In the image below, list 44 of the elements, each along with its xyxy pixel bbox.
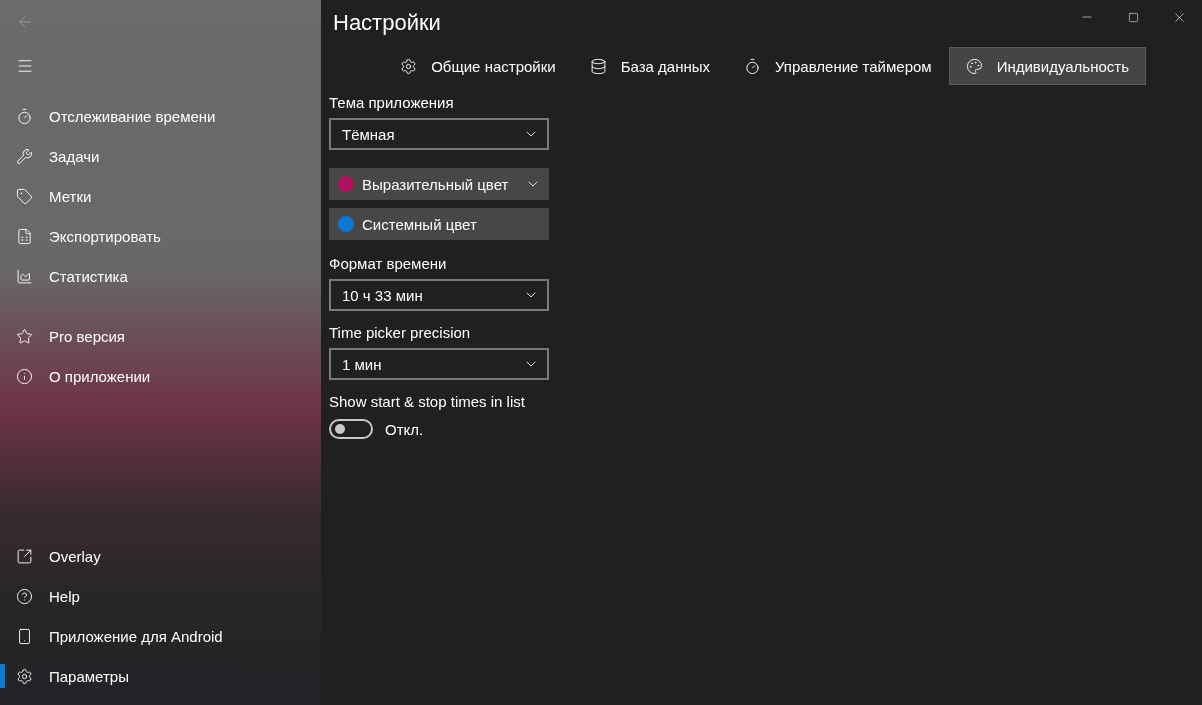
settings-icon xyxy=(16,667,33,685)
sidebar-item[interactable]: Задачи xyxy=(0,136,321,176)
sidebar-item[interactable]: Приложение для Android xyxy=(0,616,321,656)
info-icon xyxy=(16,367,33,385)
sidebar-item[interactable]: Help xyxy=(0,576,321,616)
sidebar-item[interactable]: Параметры xyxy=(0,656,321,696)
setting-label: Time picker precision xyxy=(329,323,472,343)
spreadsheet-icon xyxy=(16,227,33,245)
sidebar-item[interactable]: Метки xyxy=(0,176,321,216)
phone-icon xyxy=(16,627,33,645)
sidebar-item[interactable]: Экспортировать xyxy=(0,216,321,256)
tag-icon xyxy=(16,187,33,205)
sidebar-item[interactable]: О приложении xyxy=(0,356,321,396)
setting-label: Show start & stop times in list xyxy=(329,392,526,412)
sidebar-item[interactable]: Статистика xyxy=(0,256,321,296)
dropdown[interactable]: 1 мин xyxy=(329,348,549,380)
dropdown[interactable]: Тёмная xyxy=(329,118,549,150)
menu-icon[interactable] xyxy=(16,57,34,75)
tab[interactable]: Управление таймером xyxy=(727,47,949,85)
sidebar-item[interactable]: Pro версия xyxy=(0,316,321,356)
sidebar-item[interactable]: Отслеживание времени xyxy=(0,96,321,136)
maximize-icon[interactable] xyxy=(1127,11,1139,23)
area-chart-icon xyxy=(16,267,33,285)
dropdown[interactable]: 10 ч 33 мин xyxy=(329,279,549,311)
star-icon xyxy=(16,327,33,345)
toggle-state-text: Откл. xyxy=(385,420,424,438)
stopwatch-icon xyxy=(744,57,761,75)
setting-label: Формат времени xyxy=(329,254,448,274)
help-icon xyxy=(16,587,33,605)
toggle-switch[interactable] xyxy=(329,419,373,439)
sidebar-item[interactable]: Overlay xyxy=(0,536,321,576)
stopwatch-icon xyxy=(16,107,33,125)
external-window-icon xyxy=(16,547,33,565)
database-icon xyxy=(589,57,607,75)
tab[interactable]: База данных xyxy=(572,47,727,85)
palette-icon xyxy=(965,57,983,75)
setting-label: Тема приложения xyxy=(329,93,455,113)
settings-icon xyxy=(400,57,418,75)
tab[interactable]: Индивидуальность xyxy=(948,47,1146,85)
page-title: Настройки xyxy=(332,9,441,36)
tab[interactable]: Общие настройки xyxy=(383,47,573,85)
wrench-icon xyxy=(16,147,33,165)
color-button[interactable]: Системный цвет xyxy=(329,208,549,240)
color-button[interactable]: Выразительный цвет xyxy=(329,168,549,200)
